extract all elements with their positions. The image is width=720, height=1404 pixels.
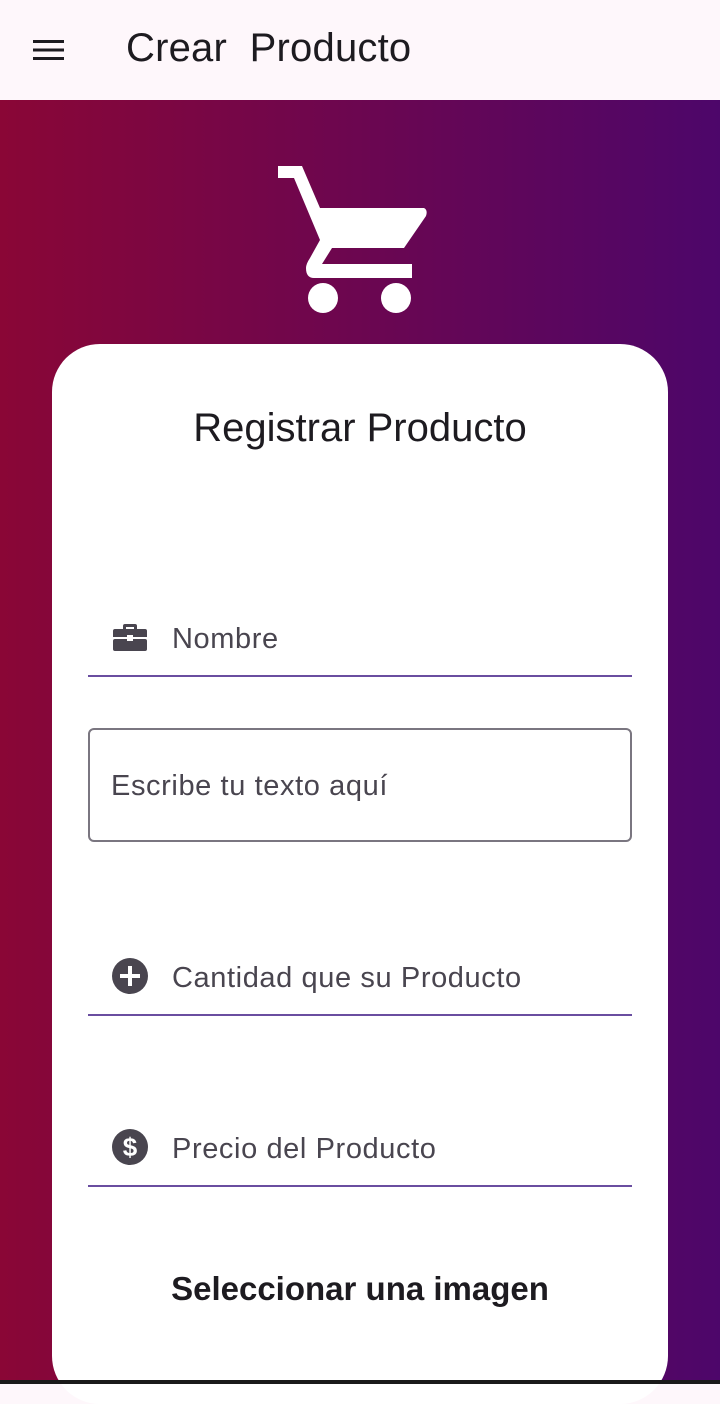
add-circle-icon bbox=[112, 958, 148, 994]
card-title: Registrar Producto bbox=[193, 406, 527, 450]
shopping-cart-icon bbox=[272, 160, 432, 320]
form-card: Registrar Producto Nombre Escribe tu tex… bbox=[52, 344, 668, 1404]
briefcase-icon bbox=[113, 624, 147, 651]
app-bar: Crear Producto bbox=[0, 0, 720, 100]
screen-bottom-edge bbox=[0, 1380, 720, 1384]
cantidad-field[interactable]: Cantidad que su Producto bbox=[88, 934, 632, 1016]
page-title: Crear Producto bbox=[126, 26, 412, 70]
precio-label: Precio del Producto bbox=[172, 1133, 437, 1165]
menu-icon bbox=[33, 40, 64, 60]
precio-field[interactable]: $ Precio del Producto bbox=[88, 1105, 632, 1187]
description-placeholder: Escribe tu texto aquí bbox=[111, 770, 388, 802]
nombre-label: Nombre bbox=[172, 623, 279, 655]
svg-text:$: $ bbox=[123, 1132, 138, 1162]
nombre-field[interactable]: Nombre bbox=[88, 595, 632, 677]
dollar-circle-icon: $ bbox=[112, 1129, 148, 1165]
menu-button[interactable] bbox=[28, 32, 70, 68]
cantidad-label: Cantidad que su Producto bbox=[172, 962, 522, 994]
select-image-label[interactable]: Seleccionar una imagen bbox=[52, 1270, 668, 1308]
description-textarea[interactable]: Escribe tu texto aquí bbox=[88, 728, 632, 842]
